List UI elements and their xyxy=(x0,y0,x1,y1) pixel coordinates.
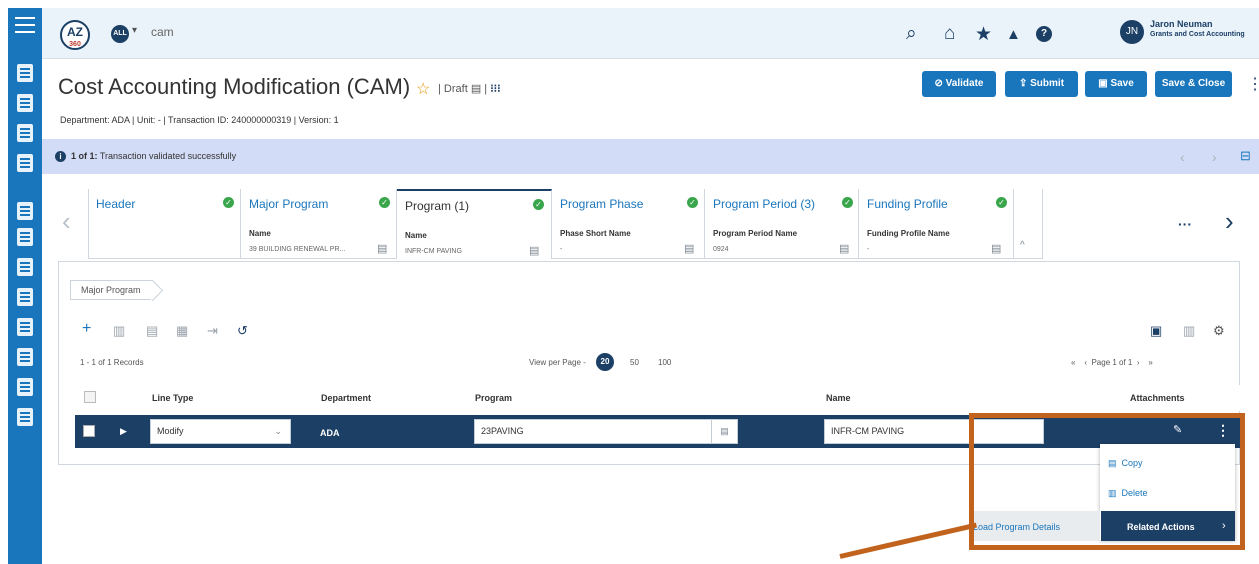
tab-program[interactable]: Program (1) ✓ Name INFR-CM PAVING ▤ xyxy=(397,189,552,259)
lookup-icon[interactable]: ▤ xyxy=(529,244,539,257)
rail-doc-icon[interactable] xyxy=(17,124,33,142)
menu-icon[interactable] xyxy=(15,17,35,33)
expand-icon[interactable]: ▶ xyxy=(120,426,127,437)
department-value: ADA xyxy=(320,428,340,438)
avatar[interactable]: JN xyxy=(1120,20,1144,44)
select-all-checkbox[interactable] xyxy=(84,391,96,403)
rail-doc-icon[interactable] xyxy=(17,154,33,172)
rail-doc-icon[interactable] xyxy=(17,94,33,112)
check-icon: ✓ xyxy=(996,197,1007,208)
status-badge: | Draft ▤ | ⁝⁝⁝ xyxy=(438,83,501,95)
lookup-icon[interactable]: ▤ xyxy=(377,242,387,255)
page-size-50[interactable]: 50 xyxy=(630,358,639,367)
save-button[interactable]: ▣ Save xyxy=(1085,71,1147,97)
chevron-right-icon[interactable]: › xyxy=(1225,206,1234,237)
check-icon: ✓ xyxy=(379,197,390,208)
check-icon: ✓ xyxy=(687,197,698,208)
panel-icon[interactable]: ⊟ xyxy=(1240,148,1251,164)
col-attachments[interactable]: Attachments xyxy=(1130,393,1185,403)
breadcrumb[interactable]: Major Program xyxy=(70,280,153,300)
chevron-down-icon[interactable]: ▾ xyxy=(132,25,137,36)
page-title: Cost Accounting Modification (CAM) xyxy=(58,74,411,99)
highlight-box xyxy=(969,413,1245,550)
grid-menu-icon[interactable]: ⁝⁝⁝ xyxy=(490,83,501,95)
tab-program-phase[interactable]: Program Phase ✓ Phase Short Name - ▤ xyxy=(552,189,705,259)
page-size-100[interactable]: 100 xyxy=(658,358,671,367)
save-close-button[interactable]: Save & Close xyxy=(1155,71,1232,97)
row-checkbox[interactable] xyxy=(83,425,95,437)
page-size-20[interactable]: 20 xyxy=(596,353,614,371)
rail-doc-icon[interactable] xyxy=(17,64,33,82)
col-program[interactable]: Program xyxy=(475,393,512,403)
chevron-up-icon[interactable]: ^ xyxy=(1020,240,1025,251)
search-icon[interactable]: ⌕ xyxy=(906,23,917,45)
export-icon[interactable]: ⇥ xyxy=(207,323,218,339)
help-icon[interactable]: ? xyxy=(1036,26,1052,42)
check-icon: ✓ xyxy=(533,199,544,210)
az360-logo[interactable]: AZ 360 xyxy=(60,20,90,50)
tab-funding-profile[interactable]: Funding Profile ✓ Funding Profile Name - ▤ xyxy=(859,189,1014,259)
rail-doc-icon[interactable] xyxy=(17,408,33,426)
copy-icon[interactable]: ▤ xyxy=(146,323,158,339)
rail-doc-icon[interactable] xyxy=(17,258,33,276)
lookup-icon[interactable]: ▤ xyxy=(839,242,849,255)
tab-major-program[interactable]: Major Program ✓ Name 39 BUILDING RENEWAL P… xyxy=(241,189,397,259)
transaction-meta: Department: ADA | Unit: - | Transaction … xyxy=(60,115,339,125)
left-rail xyxy=(8,8,42,564)
lookup-icon[interactable]: ▤ xyxy=(684,242,694,255)
star-icon[interactable]: ★ xyxy=(975,23,992,46)
refresh-icon[interactable]: ↺ xyxy=(237,323,248,339)
home-icon[interactable]: ⌂ xyxy=(944,23,955,45)
more-options-icon[interactable]: ⋮ xyxy=(1247,74,1259,94)
trash-icon[interactable]: ▥ xyxy=(113,323,125,339)
tab-program-period[interactable]: Program Period (3) ✓ Program Period Name 0… xyxy=(705,189,859,259)
paste-icon[interactable]: ▦ xyxy=(176,323,188,339)
more-tabs-icon[interactable]: ··· xyxy=(1178,216,1192,232)
excel-icon[interactable]: ▣ xyxy=(1150,323,1162,339)
user-name: Jaron Neuman xyxy=(1150,19,1213,29)
bell-icon[interactable]: ▲ xyxy=(1006,26,1021,43)
validate-button[interactable]: ⊘ Validate xyxy=(922,71,996,97)
info-icon: i xyxy=(55,151,66,162)
pager[interactable]: « ‹ Page 1 of 1 › » xyxy=(1071,358,1153,367)
add-icon[interactable]: + xyxy=(82,320,91,338)
message-text: 1 of 1: Transaction validated successful… xyxy=(71,151,237,161)
lookup-icon[interactable]: ▤ xyxy=(991,242,1001,255)
favorite-star-icon[interactable]: ☆ xyxy=(416,79,430,99)
top-bar: AZ 360 ALL ▾ cam ⌕ ⌂ ★ ▲ ? JN Jaron Neuma… xyxy=(42,8,1259,59)
columns-icon[interactable]: ▥ xyxy=(1183,323,1195,339)
check-icon: ✓ xyxy=(842,197,853,208)
record-count: 1 - 1 of 1 Records xyxy=(80,358,144,367)
grid-header xyxy=(75,385,1240,411)
submit-button[interactable]: ⇪ Submit xyxy=(1005,71,1078,97)
chevron-right-icon[interactable]: › xyxy=(1212,149,1217,165)
line-type-select[interactable]: Modify ⌄ xyxy=(150,419,291,444)
context-selector[interactable]: ALL xyxy=(111,25,129,43)
rail-doc-icon[interactable] xyxy=(17,348,33,366)
chevron-left-icon[interactable]: ‹ xyxy=(1180,149,1185,165)
user-role: Grants and Cost Accounting xyxy=(1150,31,1245,38)
check-icon: ✓ xyxy=(223,197,234,208)
rail-doc-icon[interactable] xyxy=(17,288,33,306)
callout-line xyxy=(839,522,977,559)
view-per-page-label: View per Page - xyxy=(529,358,586,367)
rail-doc-icon[interactable] xyxy=(17,202,33,220)
rail-doc-icon[interactable] xyxy=(17,318,33,336)
col-department[interactable]: Department xyxy=(321,393,371,403)
search-input[interactable]: cam xyxy=(151,25,174,39)
col-name[interactable]: Name xyxy=(826,393,851,403)
rail-doc-icon[interactable] xyxy=(17,378,33,396)
chevron-left-icon[interactable]: ‹ xyxy=(62,206,71,237)
tab-header[interactable]: Header ✓ xyxy=(88,189,241,259)
col-line-type[interactable]: Line Type xyxy=(152,393,193,403)
gear-icon[interactable]: ⚙ xyxy=(1213,323,1225,339)
program-field[interactable]: 23PAVING ▤ xyxy=(474,419,738,444)
lookup-icon[interactable]: ▤ xyxy=(711,420,737,443)
rail-doc-icon[interactable] xyxy=(17,228,33,246)
chevron-down-icon: ⌄ xyxy=(274,426,282,436)
